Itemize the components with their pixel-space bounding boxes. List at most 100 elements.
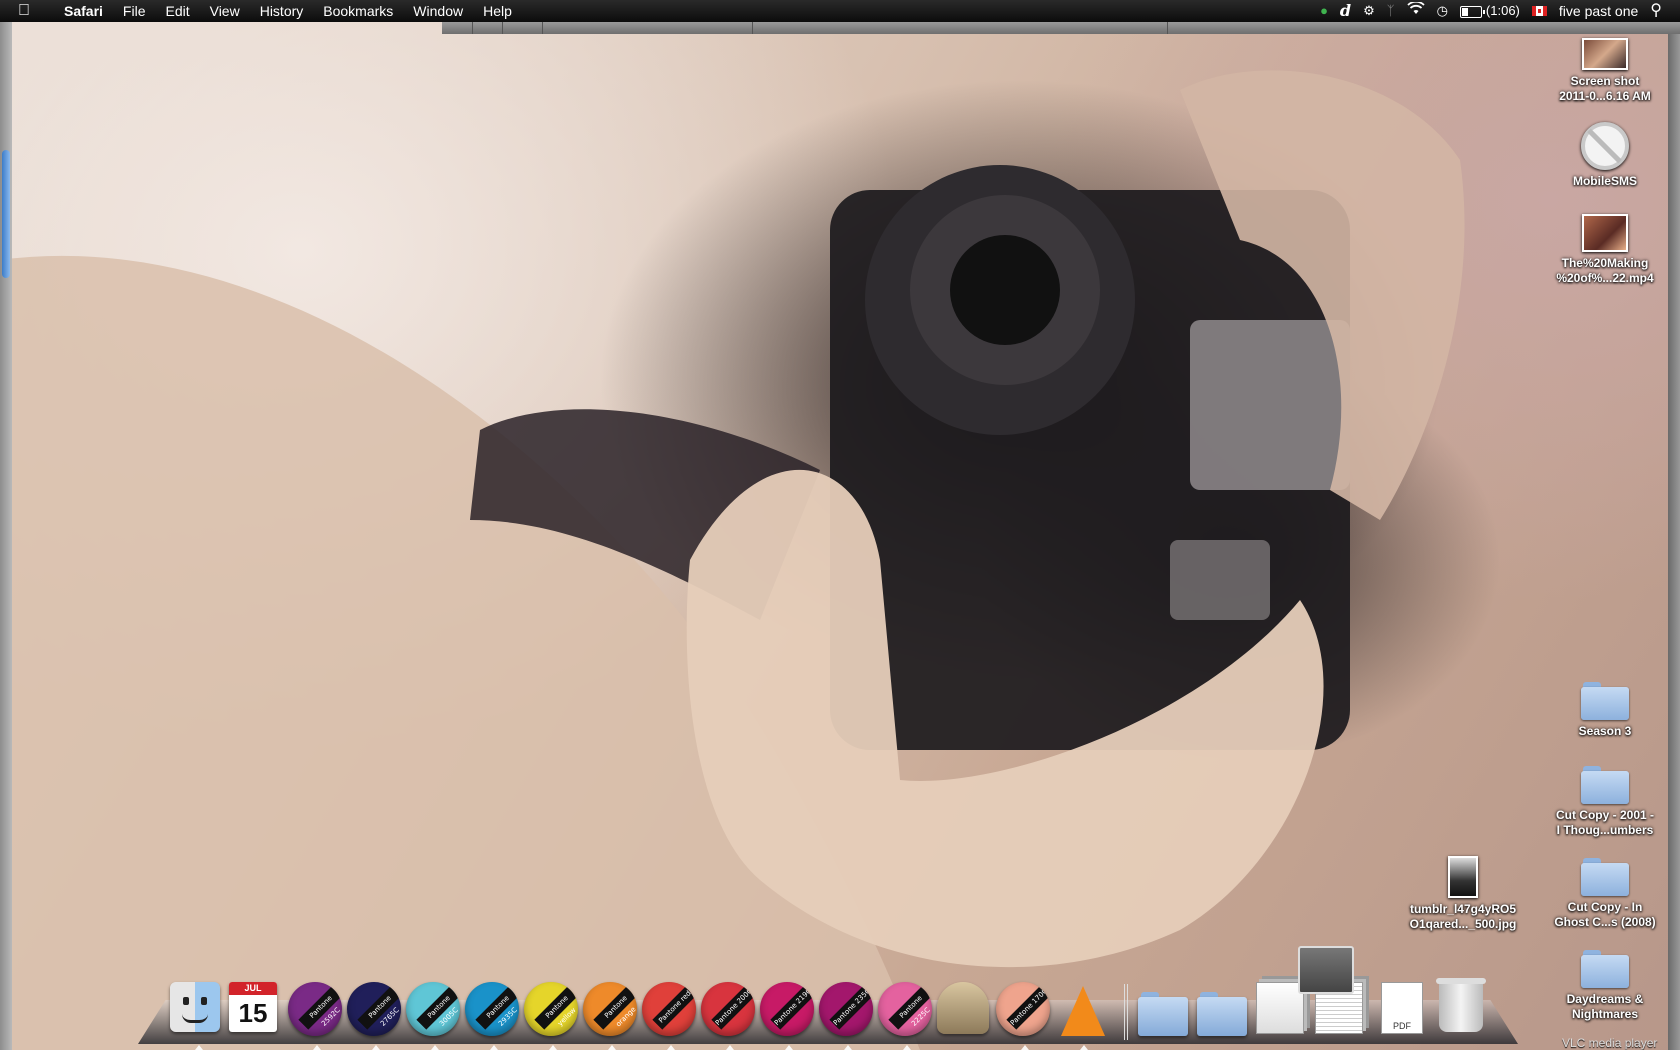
menu-bar:  Safari File Edit View History Bookmark… bbox=[0, 0, 1680, 22]
folder-icon bbox=[1581, 858, 1629, 896]
screenshot-thumbnail-icon bbox=[1582, 38, 1628, 70]
dock-trash[interactable] bbox=[1433, 978, 1489, 1040]
dock-pantone-170c[interactable]: Pantone 170C bbox=[996, 982, 1052, 1050]
wifi-icon[interactable] bbox=[1401, 0, 1431, 22]
dock: JUL 15 Pantone 2592C Pantone 2765C Pantone… bbox=[170, 972, 1492, 1050]
desktop-icon-screenshot[interactable]: Screen shot 2011-0...6.16 AM bbox=[1540, 38, 1670, 104]
pantone-icon: Pantone 200C bbox=[701, 982, 755, 1036]
video-thumbnail-icon bbox=[1582, 214, 1628, 252]
menu-window[interactable]: Window bbox=[403, 0, 473, 22]
desktop-icon-label: Cut Copy - In bbox=[1567, 900, 1643, 914]
dock-pantone-app[interactable]: Pantone 200C bbox=[701, 982, 757, 1050]
dock-pantone-app[interactable]: Pantone 3005C bbox=[406, 982, 462, 1050]
running-indicator-icon bbox=[372, 1045, 380, 1050]
calendar-icon: JUL 15 bbox=[229, 982, 277, 1032]
running-indicator-icon bbox=[431, 1045, 439, 1050]
dock-app-colosseum[interactable] bbox=[937, 982, 993, 1040]
apple-menu-icon[interactable]:  bbox=[18, 2, 40, 20]
desktop-icon-mobilesms[interactable]: MobileSMS bbox=[1540, 122, 1670, 189]
running-indicator-icon bbox=[313, 1045, 321, 1050]
menu-file[interactable]: File bbox=[113, 0, 156, 22]
gear-icon[interactable]: ⚙ bbox=[1357, 0, 1381, 22]
desktop-icon-cut-copy-2001[interactable]: Cut Copy - 2001 - I Thoug...umbers bbox=[1540, 766, 1670, 838]
battery-status[interactable]: (1:06) bbox=[1454, 0, 1526, 22]
evernote-icon[interactable]: ● bbox=[1314, 0, 1334, 22]
dock-vlc[interactable] bbox=[1055, 982, 1111, 1050]
pantone-label: Pantone orange bbox=[593, 984, 637, 1030]
menu-clock[interactable]: five past one bbox=[1553, 0, 1644, 22]
pantone-label: Pantone red bbox=[652, 984, 696, 1030]
time-machine-icon[interactable]: ◷ bbox=[1431, 0, 1454, 22]
pantone-label: Pantone 235C bbox=[829, 984, 873, 1030]
pantone-label: Pantone 2765C bbox=[357, 984, 401, 1030]
folder-icon bbox=[1197, 992, 1247, 1036]
dock-folder-2[interactable] bbox=[1197, 982, 1253, 1040]
dock-pantone-app[interactable]: Pantone 2765C bbox=[347, 982, 403, 1050]
dock-ical[interactable]: JUL 15 bbox=[229, 982, 285, 1040]
desktop-icon-season-3[interactable]: Season 3 bbox=[1540, 682, 1670, 739]
toolbar-separator bbox=[1167, 22, 1168, 34]
menu-edit[interactable]: Edit bbox=[155, 0, 199, 22]
battery-icon bbox=[1459, 5, 1485, 18]
desktop-icon-label: I Thoug...umbers bbox=[1556, 823, 1654, 837]
pantone-icon: Pantone yellow bbox=[524, 982, 578, 1036]
safari-window-left-edge bbox=[0, 22, 12, 1050]
desktop-icon-label: Screen shot bbox=[1570, 74, 1640, 88]
dock-pantone-app[interactable]: Pantone 2225C bbox=[878, 982, 934, 1050]
input-source-flag-icon[interactable] bbox=[1531, 6, 1547, 16]
search-icon[interactable]: ⚲ bbox=[1644, 0, 1668, 22]
desktop-icon-label: %20of%...22.mp4 bbox=[1556, 271, 1654, 285]
wallpaper-lens-inner bbox=[950, 235, 1060, 345]
pantone-icon: Pantone 235C bbox=[819, 982, 873, 1036]
dock-pantone-app[interactable]: Pantone 219C bbox=[760, 982, 816, 1050]
menu-safari[interactable]: Safari bbox=[54, 0, 113, 22]
calendar-month: JUL bbox=[229, 982, 277, 995]
image-thumbnail-icon bbox=[1448, 856, 1478, 898]
menu-bookmarks[interactable]: Bookmarks bbox=[313, 0, 403, 22]
pantone-icon: Pantone 2935C bbox=[465, 982, 519, 1036]
window-scroll-thumb[interactable] bbox=[2, 150, 10, 278]
pantone-icon: Pantone red bbox=[642, 982, 696, 1036]
menu-history[interactable]: History bbox=[250, 0, 314, 22]
battery-time: (1:06) bbox=[1485, 3, 1520, 18]
running-indicator-icon bbox=[667, 1045, 675, 1050]
folder-icon bbox=[1581, 682, 1629, 720]
colosseum-app-icon bbox=[937, 982, 989, 1034]
toolbar-separator bbox=[472, 22, 473, 34]
desktop-icon-label: MobileSMS bbox=[1572, 174, 1637, 188]
wallpaper-camera-flash bbox=[1190, 320, 1350, 490]
desktop-icon-tumblr-image[interactable]: tumblr_l47g4yRO5 O1qared..._500.jpg bbox=[1398, 856, 1528, 932]
dock-pantone-app[interactable]: Pantone red bbox=[642, 982, 698, 1050]
desktop-icon-label: The%20Making bbox=[1561, 256, 1649, 270]
desktop-icon-cut-copy-in-ghost[interactable]: Cut Copy - In Ghost C...s (2008) bbox=[1540, 858, 1670, 930]
dock-pantone-app[interactable]: Pantone 2592C bbox=[288, 982, 344, 1050]
desktop-icon-daydreams[interactable]: Daydreams & Nightmares bbox=[1540, 950, 1670, 1022]
dock-pantone-app[interactable]: Pantone yellow bbox=[524, 982, 580, 1050]
dock-folder-1[interactable] bbox=[1138, 982, 1194, 1040]
finder-icon bbox=[170, 982, 220, 1032]
mobilesms-app-icon bbox=[1581, 122, 1629, 170]
running-indicator-icon bbox=[1021, 1045, 1029, 1050]
dock-pantone-app[interactable]: Pantone 235C bbox=[819, 982, 875, 1050]
pantone-icon: Pantone 2765C bbox=[347, 982, 401, 1036]
menu-view[interactable]: View bbox=[200, 0, 250, 22]
dock-pdf[interactable]: PDF bbox=[1374, 982, 1430, 1040]
vlc-tooltip: VLC media player bbox=[1562, 1036, 1658, 1050]
pantone-icon: Pantone 170C bbox=[996, 982, 1050, 1036]
pdf-document-icon: PDF bbox=[1381, 982, 1423, 1034]
desktop-icon-label: O1qared..._500.jpg bbox=[1409, 917, 1517, 931]
pantone-icon: Pantone 2592C bbox=[288, 982, 342, 1036]
trash-icon bbox=[1436, 978, 1486, 1032]
desktop-icon-video[interactable]: The%20Making %20of%...22.mp4 bbox=[1540, 214, 1670, 286]
desktop-icon-label: Ghost C...s (2008) bbox=[1554, 915, 1656, 929]
menu-help[interactable]: Help bbox=[473, 0, 522, 22]
dock-finder[interactable] bbox=[170, 982, 226, 1050]
running-indicator-icon bbox=[903, 1045, 911, 1050]
dictionary-icon[interactable]: d bbox=[1334, 0, 1357, 22]
bluetooth-icon[interactable]: ᛉ bbox=[1381, 0, 1401, 22]
dock-pantone-app[interactable]: Pantone orange bbox=[583, 982, 639, 1050]
dock-pantone-app[interactable]: Pantone 2935C bbox=[465, 982, 521, 1050]
pdf-label: PDF bbox=[1393, 1021, 1411, 1031]
pantone-icon: Pantone 3005C bbox=[406, 982, 460, 1036]
running-indicator-icon bbox=[1080, 1045, 1088, 1050]
